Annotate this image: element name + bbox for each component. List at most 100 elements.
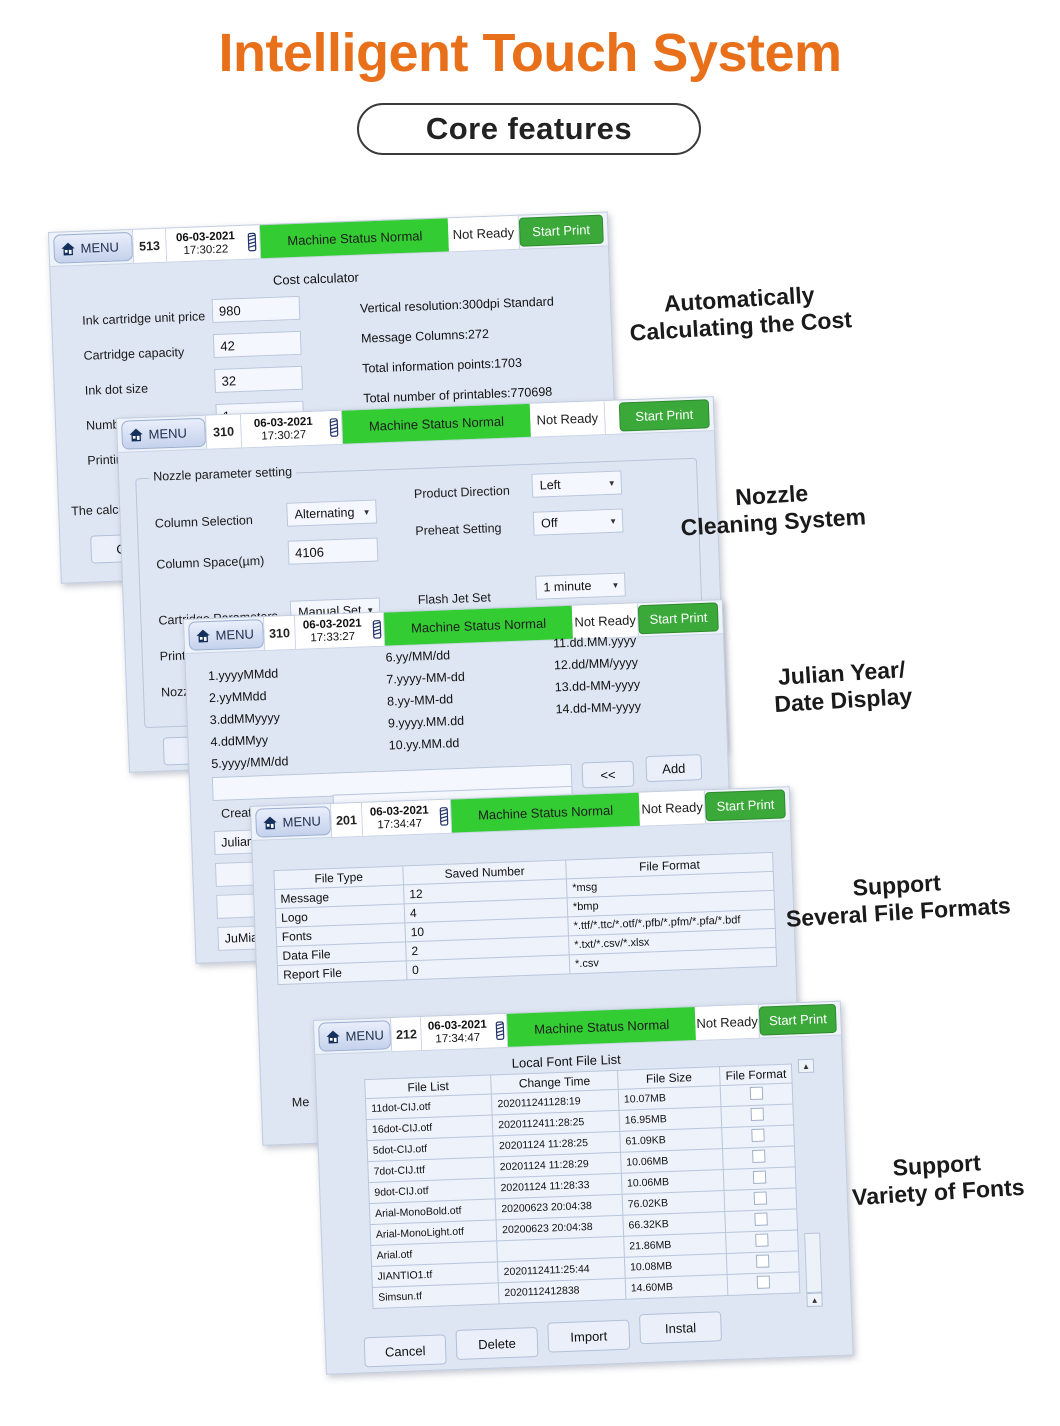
menu-button[interactable]: MENU bbox=[255, 806, 332, 838]
datetime-display: 06-03-2021 17:34:47 bbox=[421, 1014, 494, 1051]
ink-cartridge-icon bbox=[368, 612, 386, 647]
page-header: Intelligent Touch System Core features bbox=[0, 0, 1060, 185]
callout-variety-fonts: Support Variety of Fonts bbox=[839, 1146, 1037, 1212]
select-preheat-setting-value: Off bbox=[540, 515, 558, 531]
font-file-table: File List Change Time File Size File For… bbox=[364, 1063, 801, 1310]
date-format-option[interactable]: 5.yyyy/MM/dd bbox=[211, 754, 289, 771]
panel-local-font-file-list[interactable]: MENU 212 06-03-2021 17:34:47 Machine Sta… bbox=[313, 1000, 854, 1375]
add-button[interactable]: Add bbox=[645, 754, 703, 783]
install-button[interactable]: Instal bbox=[639, 1311, 723, 1345]
checkbox-icon[interactable] bbox=[750, 1107, 765, 1122]
date-format-option[interactable]: 13.dd-MM-yyyy bbox=[555, 677, 641, 694]
print-counter: 310 bbox=[204, 414, 243, 449]
cell-select-checkbox[interactable] bbox=[722, 1145, 796, 1170]
vertical-scrollbar[interactable] bbox=[804, 1232, 823, 1294]
cell-select-checkbox[interactable] bbox=[721, 1103, 794, 1128]
ready-status: Not Ready bbox=[448, 215, 520, 252]
checkbox-icon[interactable] bbox=[752, 1149, 766, 1163]
menu-label: MENU bbox=[80, 239, 120, 256]
info-message-columns: Message Columns:272 bbox=[360, 326, 490, 346]
machine-status-badge: Machine Status Normal bbox=[451, 792, 641, 833]
ready-status: Not Ready bbox=[638, 790, 707, 826]
cell-file-type: Report File bbox=[277, 960, 407, 985]
start-print-button[interactable]: Start Print bbox=[518, 214, 604, 247]
date-format-option[interactable]: 10.yy.MM.dd bbox=[389, 736, 460, 753]
time-label: 17:34:47 bbox=[377, 817, 423, 831]
cell-select-checkbox[interactable] bbox=[724, 1187, 797, 1212]
ink-cartridge-icon bbox=[435, 799, 453, 834]
cancel-button[interactable]: Cancel bbox=[363, 1334, 447, 1368]
chevron-down-icon: ▼ bbox=[609, 516, 618, 526]
import-button[interactable]: Import bbox=[547, 1319, 631, 1353]
input-cartridge-capacity[interactable]: 42 bbox=[212, 330, 302, 359]
select-flash-jet-set[interactable]: 1 minute ▼ bbox=[535, 572, 626, 600]
start-print-button[interactable]: Start Print bbox=[638, 602, 719, 635]
datetime-display: 06-03-2021 17:30:27 bbox=[240, 411, 327, 448]
menu-button[interactable]: MENU bbox=[53, 231, 134, 264]
topbar-spacer bbox=[604, 400, 620, 435]
panel1-section-title: Cost calculator bbox=[272, 269, 360, 288]
delete-button[interactable]: Delete bbox=[455, 1326, 539, 1360]
date-format-option[interactable]: 11.dd.MM.yyyy bbox=[553, 633, 637, 650]
machine-status-badge: Machine Status Normal bbox=[260, 218, 450, 259]
menu-label: MENU bbox=[215, 626, 255, 643]
menu-label: MENU bbox=[345, 1027, 385, 1044]
start-print-button[interactable]: Start Print bbox=[759, 1003, 837, 1036]
info-vertical-resolution: Vertical resolution:300dpi Standard bbox=[359, 294, 555, 316]
checkbox-icon[interactable] bbox=[756, 1275, 771, 1289]
date-format-option[interactable]: 6.yy/MM/dd bbox=[385, 648, 450, 664]
chevron-down-icon: ▼ bbox=[362, 507, 371, 517]
checkbox-icon[interactable] bbox=[754, 1212, 768, 1226]
date-format-option[interactable]: 12.dd/MM/yyyy bbox=[554, 655, 639, 672]
cell-select-checkbox[interactable] bbox=[723, 1166, 796, 1191]
select-preheat-setting[interactable]: Off ▼ bbox=[532, 508, 624, 536]
datetime-display: 06-03-2021 17:33:27 bbox=[294, 613, 371, 649]
ink-cartridge-icon bbox=[244, 225, 262, 259]
select-product-direction[interactable]: Left ▼ bbox=[531, 470, 623, 498]
machine-status-badge: Machine Status Normal bbox=[341, 403, 531, 444]
date-format-option[interactable]: 7.yyyy-MM-dd bbox=[386, 670, 465, 687]
start-print-button[interactable]: Start Print bbox=[705, 789, 786, 822]
date-format-option[interactable]: 8.yy-MM-dd bbox=[387, 692, 453, 708]
ready-status: Not Ready bbox=[529, 401, 606, 437]
home-icon bbox=[263, 816, 277, 829]
scroll-down-icon[interactable]: ▲ bbox=[806, 1292, 823, 1308]
date-format-option[interactable]: 4.ddMMyy bbox=[210, 733, 268, 749]
checkbox-icon[interactable] bbox=[756, 1254, 770, 1268]
cell-select-checkbox[interactable] bbox=[727, 1271, 800, 1296]
date-format-option[interactable]: 9.yyyy.MM.dd bbox=[388, 714, 465, 731]
label-flash-jet-set: Flash Jet Set bbox=[417, 590, 492, 608]
cell-select-checkbox[interactable] bbox=[725, 1208, 798, 1233]
date-format-option[interactable]: 14.dd-MM-yyyy bbox=[555, 699, 641, 716]
menu-button[interactable]: MENU bbox=[318, 1020, 392, 1052]
cell-select-checkbox[interactable] bbox=[725, 1229, 799, 1254]
cell-select-checkbox[interactable] bbox=[722, 1124, 795, 1149]
checkbox-icon[interactable] bbox=[755, 1233, 769, 1247]
cell-select-checkbox[interactable] bbox=[726, 1250, 800, 1275]
checkbox-icon[interactable] bbox=[752, 1170, 767, 1184]
panel4-bottom-label: Me bbox=[291, 1095, 310, 1110]
input-column-space[interactable]: 4106 bbox=[287, 537, 379, 565]
prev-page-button[interactable]: << bbox=[581, 760, 635, 789]
panel5-section-title: Local Font File List bbox=[511, 1051, 622, 1071]
date-format-option[interactable]: 2.yyMMdd bbox=[209, 689, 267, 705]
select-column-selection[interactable]: Alternating ▼ bbox=[286, 499, 378, 527]
input-ink-dot-size[interactable]: 32 bbox=[214, 365, 303, 393]
date-format-option[interactable]: 1.yyyyMMdd bbox=[208, 667, 279, 684]
date-format-option[interactable]: 3.ddMMyyyy bbox=[209, 711, 280, 728]
checkbox-icon[interactable] bbox=[751, 1128, 765, 1142]
start-print-button[interactable]: Start Print bbox=[618, 399, 710, 432]
home-icon bbox=[326, 1030, 340, 1043]
input-ink-price[interactable]: 980 bbox=[211, 295, 301, 324]
ready-status: Not Ready bbox=[695, 1004, 761, 1040]
home-icon bbox=[61, 242, 75, 255]
time-label: 17:30:22 bbox=[183, 242, 229, 257]
menu-button[interactable]: MENU bbox=[188, 619, 265, 651]
checkbox-icon[interactable] bbox=[753, 1191, 768, 1205]
cell-change-time: 2020112412838 bbox=[498, 1278, 626, 1304]
checkbox-icon[interactable] bbox=[749, 1086, 764, 1101]
menu-button[interactable]: MENU bbox=[121, 417, 207, 450]
callout-auto-cost: Automatically Calculating the Cost bbox=[599, 278, 882, 349]
cell-select-checkbox[interactable] bbox=[720, 1082, 793, 1107]
scroll-up-icon[interactable]: ▲ bbox=[797, 1058, 815, 1074]
